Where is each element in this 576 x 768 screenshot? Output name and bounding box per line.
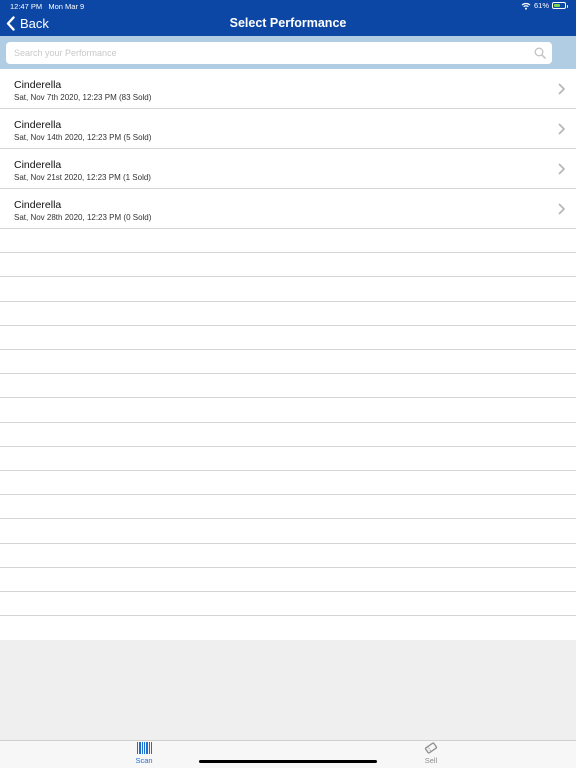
page-title: Select Performance — [229, 16, 347, 30]
empty-list-row — [0, 277, 576, 302]
empty-list-row — [0, 253, 576, 278]
performance-detail: Sat, Nov 28th 2020, 12:23 PM (0 Sold) — [14, 213, 152, 222]
ticket-icon — [424, 742, 438, 754]
tab-sell[interactable]: Sell — [401, 742, 461, 768]
performance-row[interactable]: Cinderella Sat, Nov 14th 2020, 12:23 PM … — [0, 109, 576, 149]
search-bar — [0, 36, 576, 69]
performance-row[interactable]: Cinderella Sat, Nov 28th 2020, 12:23 PM … — [0, 189, 576, 229]
status-bar: 12:47 PM Mon Mar 9 61% — [0, 0, 576, 12]
empty-list-row — [0, 326, 576, 350]
empty-list-row — [0, 229, 576, 254]
empty-list-row — [0, 568, 576, 592]
performance-list: Cinderella Sat, Nov 7th 2020, 12:23 PM (… — [0, 69, 576, 640]
chevron-right-icon — [558, 123, 565, 135]
performance-name: Cinderella — [14, 79, 62, 91]
empty-list-row — [0, 350, 576, 375]
tab-scan-label: Scan — [135, 756, 153, 765]
tab-bar: Scan Sell — [0, 740, 576, 768]
performance-name: Cinderella — [14, 199, 62, 211]
performance-row[interactable]: Cinderella Sat, Nov 21st 2020, 12:23 PM … — [0, 149, 576, 189]
battery-level — [554, 4, 561, 7]
chevron-right-icon — [558, 163, 565, 175]
empty-list-row — [0, 519, 576, 544]
empty-list-row — [0, 495, 576, 520]
search-box — [6, 42, 552, 64]
empty-list-row — [0, 447, 576, 471]
search-icon[interactable] — [534, 47, 546, 59]
empty-list-row — [0, 544, 576, 568]
wifi-icon — [521, 2, 531, 10]
empty-list-row — [0, 592, 576, 617]
performance-detail: Sat, Nov 21st 2020, 12:23 PM (1 Sold) — [14, 173, 151, 182]
performance-detail: Sat, Nov 14th 2020, 12:23 PM (5 Sold) — [14, 133, 152, 142]
empty-list-row — [0, 398, 576, 423]
navigation-bar: 12:47 PM Mon Mar 9 61% Back Select Perfo… — [0, 0, 576, 36]
empty-list-row — [0, 302, 576, 326]
status-date: Mon Mar 9 — [48, 2, 85, 11]
performance-name: Cinderella — [14, 159, 62, 171]
performance-detail: Sat, Nov 7th 2020, 12:23 PM (83 Sold) — [14, 93, 152, 102]
tab-scan[interactable]: Scan — [114, 742, 174, 768]
chevron-right-icon — [558, 203, 565, 215]
empty-list-row — [0, 423, 576, 447]
status-indicators: 61% — [521, 1, 568, 10]
tab-sell-label: Sell — [424, 756, 438, 765]
performance-row[interactable]: Cinderella Sat, Nov 7th 2020, 12:23 PM (… — [0, 69, 576, 109]
barcode-icon — [137, 742, 152, 754]
search-input[interactable] — [6, 42, 552, 64]
status-clock: 12:47 PM — [10, 2, 43, 11]
chevron-right-icon — [558, 83, 565, 95]
home-indicator — [199, 760, 377, 763]
empty-list-row — [0, 471, 576, 496]
empty-list-row — [0, 374, 576, 399]
battery-icon — [552, 2, 568, 9]
battery-percent: 61% — [533, 1, 549, 10]
performance-name: Cinderella — [14, 119, 62, 131]
status-time: 12:47 PM Mon Mar 9 — [10, 2, 84, 11]
